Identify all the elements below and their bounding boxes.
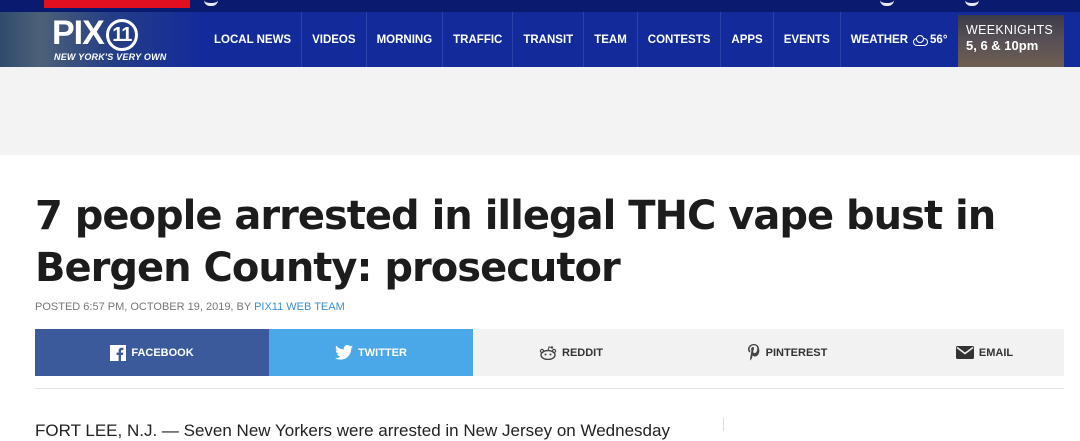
envelope-icon: [955, 346, 974, 359]
ad-banner-area: [0, 67, 1080, 155]
facebook-icon: [110, 344, 127, 361]
share-facebook-button[interactable]: FACEBOOK: [35, 329, 269, 376]
nav-item-apps[interactable]: APPS: [720, 12, 772, 67]
share-pinterest-button[interactable]: PINTEREST: [669, 329, 905, 376]
share-twitter-button[interactable]: TWITTER: [269, 329, 473, 376]
logo-number: 11: [105, 19, 138, 51]
byline-author-link[interactable]: PIX11 WEB TEAM: [254, 301, 345, 313]
twitter-label: TWITTER: [358, 346, 407, 359]
nav-item-contests[interactable]: CONTESTS: [636, 12, 721, 67]
site-tagline: NEW YORK'S VERY OWN: [54, 52, 167, 62]
promo-line-1: WEEKNIGHTS: [966, 23, 1054, 37]
twitter-icon: [335, 345, 354, 360]
share-email-button[interactable]: EMAIL: [905, 329, 1064, 376]
pinterest-label: PINTEREST: [765, 346, 828, 359]
nav-menu: LOCAL NEWS VIDEOS MORNING TRAFFIC TRANSI…: [204, 12, 957, 67]
reddit-icon: [539, 345, 557, 360]
nav-item-videos[interactable]: VIDEOS: [301, 12, 365, 67]
search-icon[interactable]: [880, 0, 894, 6]
nav-item-local-news[interactable]: LOCAL NEWS: [204, 12, 301, 67]
weather-label: WEATHER: [850, 33, 909, 46]
nav-item-events[interactable]: EVENTS: [772, 12, 840, 67]
weeknights-promo[interactable]: WEEKNIGHTS 5, 6 & 10pm: [958, 15, 1064, 67]
weather-temp: 56°: [930, 33, 948, 46]
article-body-start: FORT LEE, N.J. — Seven New Yorkers were …: [35, 421, 670, 440]
pinterest-icon: [747, 344, 759, 361]
article-byline: POSTED 6:57 PM, OCTOBER 19, 2019, BY PIX…: [35, 301, 345, 313]
logo-text: PIX: [52, 14, 105, 52]
byline-date: POSTED 6:57 PM, OCTOBER 19, 2019, BY: [35, 301, 255, 313]
sidebar-divider: [723, 418, 724, 431]
menu-indicator-icon[interactable]: [204, 0, 218, 6]
site-logo[interactable]: PIX 11: [52, 15, 138, 51]
email-label: EMAIL: [978, 346, 1014, 359]
article-headline: 7 people arrested in illegal THC vape bu…: [35, 193, 996, 291]
share-bar: FACEBOOK TWITTER REDDIT PINTEREST EMAIL: [35, 329, 1064, 376]
nav-item-traffic[interactable]: TRAFFIC: [442, 12, 512, 67]
facebook-label: FACEBOOK: [131, 346, 194, 359]
promo-line-2: 5, 6 & 10pm: [966, 38, 1039, 53]
nav-item-transit[interactable]: TRANSIT: [512, 12, 583, 67]
nav-item-weather[interactable]: WEATHER 56°: [839, 12, 958, 67]
reddit-label: REDDIT: [562, 346, 603, 359]
live-banner[interactable]: [44, 0, 190, 8]
top-utility-bar: [0, 0, 1080, 12]
nav-item-team[interactable]: TEAM: [583, 12, 637, 67]
user-icon[interactable]: [965, 0, 979, 6]
share-reddit-button[interactable]: REDDIT: [473, 329, 669, 376]
partly-cloudy-icon: [912, 34, 929, 46]
main-navigation: PIX 11 NEW YORK'S VERY OWN LOCAL NEWS VID…: [0, 12, 1080, 67]
content-divider: [35, 388, 1064, 389]
logo-area[interactable]: PIX 11 NEW YORK'S VERY OWN: [0, 12, 200, 67]
nav-item-morning[interactable]: MORNING: [365, 12, 443, 67]
